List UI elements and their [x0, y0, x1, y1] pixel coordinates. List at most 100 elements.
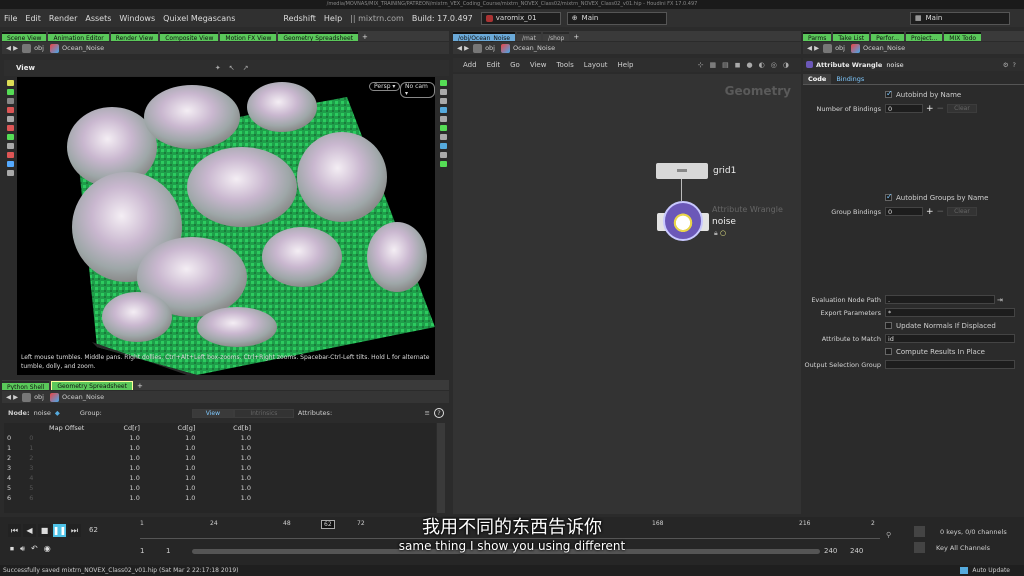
pose-tool-icon[interactable] — [6, 125, 14, 131]
brush-tool-icon[interactable] — [6, 134, 14, 140]
menu-quixel[interactable]: Quixel Megascans — [159, 14, 239, 23]
node-chooser-icon[interactable]: ⇥ — [997, 296, 1003, 304]
lock-icon[interactable]: 🔒︎ ○ — [714, 229, 726, 238]
parm-node-name[interactable]: noise — [886, 61, 903, 69]
display-icon-5[interactable] — [439, 116, 447, 122]
display-icon-6[interactable] — [439, 125, 447, 131]
view-tool-icon[interactable] — [6, 143, 14, 149]
snap-icons[interactable]: ✦↖↗ — [215, 64, 257, 72]
tab-shop[interactable]: /shop — [542, 32, 570, 42]
tab-mix-todo[interactable]: MIX Todo — [944, 32, 982, 42]
menu-render[interactable]: Render — [45, 14, 81, 23]
table-row[interactable]: 1 1 1.0 1.0 1.0 — [4, 443, 254, 453]
table-row[interactable]: 6 6 1.0 1.0 1.0 — [4, 493, 254, 503]
render-tool-icon[interactable] — [6, 161, 14, 167]
autobind-groups-checkbox[interactable] — [885, 192, 893, 201]
net-menu-tools[interactable]: Tools — [556, 61, 573, 69]
display-icon-4[interactable] — [439, 107, 447, 113]
network-editor[interactable]: Geometry grid1 Attribute Wrangle noise 🔒… — [453, 74, 801, 514]
add-tab-icon[interactable]: + — [362, 33, 368, 41]
plus-button[interactable]: + — [926, 207, 934, 217]
flag-circle-icon[interactable]: ○ — [720, 229, 726, 237]
pin-icon[interactable]: ◆ — [55, 409, 60, 417]
tab-project[interactable]: Project... — [906, 32, 943, 42]
table-row[interactable]: 0 0 1.0 1.0 1.0 — [4, 433, 254, 443]
back-icon-bottom[interactable]: ◀ ▶ — [6, 393, 18, 401]
mid-path-net[interactable]: obj — [473, 43, 495, 53]
group-bindings-field[interactable]: 0 — [885, 207, 923, 216]
autobind-checkbox[interactable] — [885, 89, 893, 98]
tab-geometry-spreadsheet-bottom[interactable]: Geometry Spreadsheet — [51, 381, 133, 390]
add-tab-icon-bottom[interactable]: + — [137, 382, 143, 390]
num-bindings-field[interactable]: 0 — [885, 104, 923, 113]
display-icon-10[interactable] — [439, 161, 447, 167]
table-row[interactable]: 3 3 1.0 1.0 1.0 — [4, 463, 254, 473]
tab-performance[interactable]: Perfor... — [871, 32, 905, 42]
minus-button[interactable]: − — [937, 104, 945, 114]
clear-bindings-button[interactable]: Clear — [947, 104, 977, 113]
net-menu-view[interactable]: View — [530, 61, 547, 69]
tab-scene-view[interactable]: Scene View — [2, 32, 47, 42]
tab-motion-fx[interactable]: Motion FX View — [220, 32, 277, 42]
display-icon-8[interactable] — [439, 143, 447, 149]
tab-animation-editor[interactable]: Animation Editor — [48, 32, 109, 42]
right-path-net[interactable]: obj — [823, 43, 845, 53]
tab-geometry-spreadsheet[interactable]: Geometry Spreadsheet — [278, 32, 358, 42]
tab-parms[interactable]: Parms — [803, 32, 832, 42]
scale-tool-icon[interactable] — [6, 107, 14, 113]
path-node[interactable]: Ocean_Noise — [50, 43, 104, 53]
cam-button[interactable]: No cam ▾ — [400, 82, 435, 98]
parm-header-icons[interactable]: ⚙? — [1003, 61, 1020, 69]
view-button[interactable]: View — [191, 408, 234, 418]
handle-tool-icon[interactable] — [6, 116, 14, 122]
tab-code[interactable]: Code — [803, 74, 832, 84]
mid-path-node[interactable]: Ocean_Noise — [501, 43, 555, 53]
spreadsheet-scrollbar[interactable] — [437, 423, 445, 513]
help-icon[interactable]: ? — [434, 408, 444, 418]
net-tool-icons[interactable]: ⊹▦▤◼●◐◎◑ — [698, 61, 795, 69]
persp-button[interactable]: Persp ▾ — [369, 82, 401, 91]
menu-windows[interactable]: Windows — [115, 14, 159, 23]
update-normals-checkbox[interactable] — [885, 322, 892, 329]
display-icon-2[interactable] — [439, 89, 447, 95]
magnet-tool-icon[interactable] — [6, 152, 14, 158]
menu-assets[interactable]: Assets — [81, 14, 115, 23]
compute-checkbox[interactable] — [885, 348, 892, 355]
bottom-path-node[interactable]: Ocean_Noise — [50, 392, 104, 402]
grid-node[interactable] — [656, 163, 708, 179]
plus-button[interactable]: + — [926, 104, 934, 114]
menu-file[interactable]: File — [0, 14, 21, 23]
auto-update-icon[interactable] — [960, 567, 969, 574]
menu-redshift[interactable]: Redshift — [279, 14, 319, 23]
tab-mat[interactable]: /mat — [517, 32, 541, 42]
add-tab-icon-mid[interactable]: + — [573, 33, 579, 41]
display-icon-3[interactable] — [439, 98, 447, 104]
menu-lines-icon[interactable]: ≡ — [425, 409, 430, 417]
desktop-select[interactable]: varomix_01 — [480, 11, 561, 25]
clear-groups-button[interactable]: Clear — [947, 207, 977, 216]
tab-take-list[interactable]: Take List — [833, 32, 870, 42]
select-tool-icon[interactable] — [6, 80, 14, 86]
menu-edit[interactable]: Edit — [21, 14, 45, 23]
tab-render-view[interactable]: Render View — [110, 32, 159, 42]
net-menu-go[interactable]: Go — [510, 61, 520, 69]
net-menu-layout[interactable]: Layout — [584, 61, 608, 69]
right-path-node[interactable]: Ocean_Noise — [851, 43, 905, 53]
minus-button[interactable]: − — [937, 207, 945, 217]
display-icon-9[interactable] — [439, 152, 447, 158]
rotate-tool-icon[interactable] — [6, 98, 14, 104]
wrangle-node[interactable] — [657, 201, 709, 244]
export-field[interactable]: * — [885, 308, 1015, 317]
net-menu-help[interactable]: Help — [618, 61, 634, 69]
display-icon-1[interactable] — [439, 80, 447, 86]
match-field[interactable]: id — [885, 334, 1015, 343]
path-net[interactable]: obj — [22, 43, 44, 53]
menu-help[interactable]: Help — [320, 14, 346, 23]
back-icon-right[interactable]: ◀ ▶ — [807, 44, 819, 52]
net-menu-edit[interactable]: Edit — [487, 61, 501, 69]
tab-obj-ocean-noise[interactable]: /obj/Ocean_Noise — [453, 32, 516, 42]
table-row[interactable]: 5 5 1.0 1.0 1.0 — [4, 483, 254, 493]
move-tool-icon[interactable] — [6, 89, 14, 95]
desk-right-select[interactable]: ▦ Main — [910, 11, 1010, 25]
auto-update-button[interactable]: Auto Update — [972, 567, 1010, 574]
